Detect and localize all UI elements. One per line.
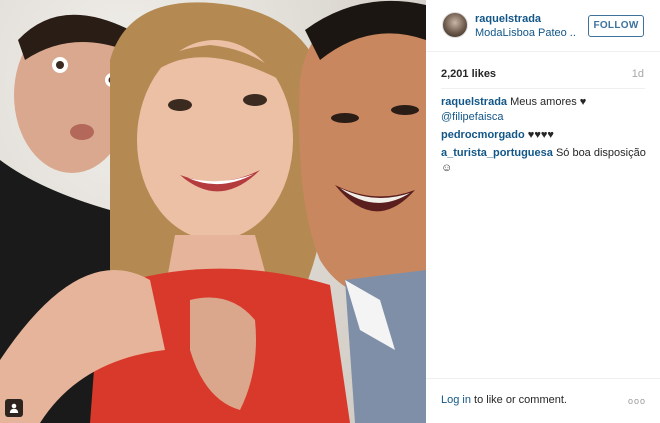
- likes-count[interactable]: 2,201 likes: [441, 68, 496, 80]
- comment-username[interactable]: raquelstrada: [441, 96, 507, 108]
- comment-item: a_turista_portuguesa Só boa disposição ☺: [441, 146, 651, 176]
- person-icon: [9, 403, 19, 413]
- comment-mention[interactable]: @filipefaisca: [441, 111, 504, 123]
- login-prompt: Log in to like or comment.: [441, 394, 567, 406]
- more-options-icon[interactable]: ooo: [628, 396, 646, 406]
- people-tag-icon[interactable]: [5, 399, 23, 417]
- selfie-illustration: [0, 0, 426, 423]
- comment-item: raquelstrada Meus amores ♥ @filipefaisca: [441, 95, 651, 125]
- comment-item: pedrocmorgado ♥♥♥♥: [441, 128, 651, 143]
- login-link[interactable]: Log in: [441, 394, 471, 406]
- comment-text: Meus amores ♥: [510, 96, 587, 108]
- comment-username[interactable]: a_turista_portuguesa: [441, 147, 553, 159]
- comment-text: ♥♥♥♥: [527, 129, 554, 141]
- post-location[interactable]: ModaLisboa Pateo ...: [475, 27, 575, 39]
- login-prompt-text: to like or comment.: [470, 394, 567, 406]
- post-footer: Log in to like or comment. ooo: [426, 378, 660, 423]
- follow-button[interactable]: FOLLOW: [588, 15, 644, 37]
- post-header: raquelstrada ModaLisboa Pateo ... FOLLOW: [426, 0, 660, 52]
- divider: [441, 88, 645, 89]
- comment-username[interactable]: pedrocmorgado: [441, 129, 525, 141]
- post-photo[interactable]: [0, 0, 426, 423]
- post-time[interactable]: 1d: [632, 68, 644, 80]
- post-side-panel: raquelstrada ModaLisboa Pateo ... FOLLOW…: [426, 0, 660, 423]
- comments-list: raquelstrada Meus amores ♥ @filipefaisca…: [441, 95, 651, 179]
- avatar[interactable]: [442, 12, 468, 38]
- author-username[interactable]: raquelstrada: [475, 13, 541, 25]
